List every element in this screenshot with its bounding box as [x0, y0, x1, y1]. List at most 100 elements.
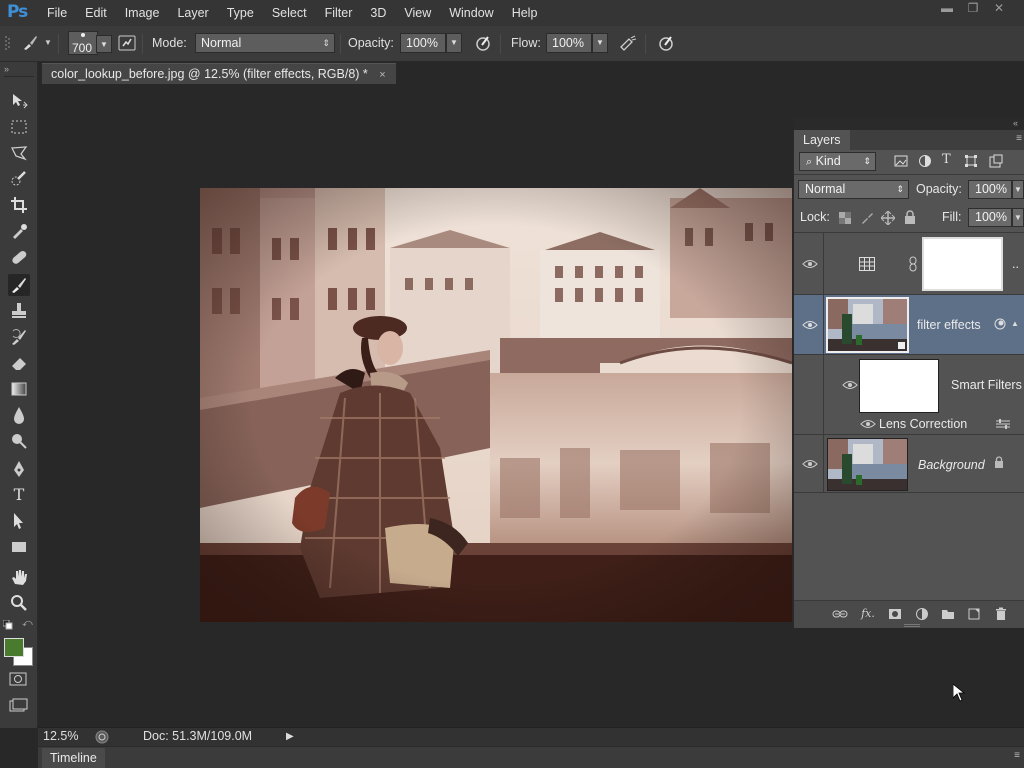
- timeline-tab[interactable]: Timeline: [42, 748, 105, 768]
- background-layer-thumbnail[interactable]: [827, 438, 908, 491]
- eraser-tool-icon[interactable]: [8, 352, 30, 374]
- foreground-color-swatch[interactable]: [4, 638, 24, 657]
- visibility-eye-icon[interactable]: [842, 379, 858, 391]
- crop-tool-icon[interactable]: [8, 194, 30, 216]
- menu-layer[interactable]: Layer: [168, 0, 217, 26]
- tool-preset-brush-icon[interactable]: [20, 33, 40, 53]
- layer-row-lens-correction[interactable]: Lens Correction: [794, 413, 1024, 435]
- smart-filter-mask-thumbnail[interactable]: [859, 359, 939, 413]
- layer-mask-link-icon[interactable]: [909, 256, 917, 272]
- healing-brush-tool-icon[interactable]: [8, 246, 30, 268]
- lock-all-icon[interactable]: [904, 210, 916, 224]
- swap-colors-icon[interactable]: ⤺: [22, 618, 33, 629]
- hand-tool-icon[interactable]: [8, 566, 30, 588]
- minimize-button[interactable]: ▬: [934, 0, 960, 16]
- filter-adjustment-icon[interactable]: [918, 154, 932, 168]
- lock-image-pixels-icon[interactable]: [860, 211, 874, 225]
- tool-preset-dropdown-icon[interactable]: ▼: [44, 38, 52, 47]
- layer-mask-thumbnail[interactable]: [922, 237, 1003, 291]
- layer-row-filter-effects[interactable]: filter effects ▲: [794, 295, 1024, 355]
- gradient-tool-icon[interactable]: [8, 378, 30, 400]
- visibility-eye-icon[interactable]: [802, 458, 818, 470]
- move-tool-icon[interactable]: [8, 90, 30, 112]
- collapse-panels-icon[interactable]: «: [1013, 118, 1018, 128]
- layer-opacity-input[interactable]: 100%: [968, 180, 1012, 199]
- lock-transparent-pixels-icon[interactable]: [839, 212, 851, 224]
- layer-name-background[interactable]: Background: [918, 458, 985, 472]
- blur-tool-icon[interactable]: [8, 404, 30, 426]
- marquee-tool-icon[interactable]: [8, 116, 30, 138]
- document-image[interactable]: [200, 188, 792, 622]
- layer-opacity-dropdown[interactable]: ▼: [1012, 180, 1024, 199]
- brush-panel-toggle-icon[interactable]: [117, 33, 137, 53]
- brush-tool-icon[interactable]: [8, 274, 30, 296]
- layer-style-fx-icon[interactable]: fx.: [860, 606, 876, 622]
- airbrush-icon[interactable]: [618, 33, 638, 53]
- zoom-level[interactable]: 12.5%: [43, 729, 78, 743]
- menu-view[interactable]: View: [395, 0, 440, 26]
- visibility-eye-icon[interactable]: [802, 258, 818, 270]
- visibility-eye-icon[interactable]: [802, 319, 818, 331]
- dodge-tool-icon[interactable]: [8, 430, 30, 452]
- eyedropper-tool-icon[interactable]: [8, 220, 30, 242]
- delete-layer-trash-icon[interactable]: [993, 606, 1009, 622]
- quick-selection-tool-icon[interactable]: [8, 168, 30, 190]
- link-layers-icon[interactable]: [832, 606, 848, 622]
- expand-effects-icon[interactable]: ▲: [1011, 319, 1019, 328]
- fill-dropdown[interactable]: ▼: [1012, 208, 1024, 227]
- new-group-folder-icon[interactable]: [940, 606, 956, 622]
- lasso-tool-icon[interactable]: [8, 142, 30, 164]
- fill-input[interactable]: 100%: [968, 208, 1012, 227]
- history-brush-tool-icon[interactable]: [8, 326, 30, 348]
- pressure-opacity-icon[interactable]: [473, 33, 493, 53]
- close-button[interactable]: ✕: [986, 0, 1012, 16]
- blend-mode-select[interactable]: Normal ⇕: [798, 180, 909, 199]
- layer-filter-kind-select[interactable]: ⌕ Kind ⇕: [799, 152, 876, 171]
- mode-select[interactable]: Normal ⇕: [195, 33, 335, 53]
- status-info-icon[interactable]: [95, 730, 109, 744]
- path-selection-tool-icon[interactable]: [8, 510, 30, 532]
- new-adjustment-layer-icon[interactable]: [914, 606, 930, 622]
- default-colors-icon[interactable]: [3, 620, 13, 630]
- menu-help[interactable]: Help: [503, 0, 547, 26]
- visibility-eye-icon[interactable]: [860, 418, 876, 430]
- layer-name-filter-effects[interactable]: filter effects: [917, 318, 981, 332]
- rectangle-shape-tool-icon[interactable]: [8, 536, 30, 558]
- opacity-dropdown[interactable]: ▼: [446, 33, 462, 53]
- menu-select[interactable]: Select: [263, 0, 316, 26]
- restore-button[interactable]: ❐: [960, 0, 986, 16]
- layers-tab[interactable]: Layers: [794, 130, 850, 150]
- add-layer-mask-icon[interactable]: [887, 606, 903, 622]
- close-tab-icon[interactable]: ×: [379, 69, 385, 81]
- filter-smart-object-icon[interactable]: [989, 154, 1003, 168]
- filter-pixel-icon[interactable]: [894, 154, 908, 168]
- menu-3d[interactable]: 3D: [361, 0, 395, 26]
- type-tool-icon[interactable]: T: [8, 484, 30, 506]
- lock-position-icon[interactable]: [881, 211, 895, 225]
- lens-correction-label[interactable]: Lens Correction: [879, 417, 967, 431]
- flow-input[interactable]: 100%: [546, 33, 592, 53]
- pen-tool-icon[interactable]: [8, 458, 30, 480]
- zoom-tool-icon[interactable]: [8, 592, 30, 614]
- brush-size-picker[interactable]: 700: [68, 31, 98, 55]
- screen-mode-icon[interactable]: [9, 698, 29, 714]
- flow-dropdown[interactable]: ▼: [592, 33, 608, 53]
- quick-mask-icon[interactable]: [9, 672, 29, 688]
- panel-resize-grip[interactable]: [904, 624, 920, 627]
- menu-type[interactable]: Type: [218, 0, 263, 26]
- filter-shape-icon[interactable]: [964, 154, 978, 168]
- opacity-input[interactable]: 100%: [400, 33, 446, 53]
- filter-blending-options-icon[interactable]: [996, 419, 1010, 429]
- menu-image[interactable]: Image: [116, 0, 169, 26]
- layer-thumbnail[interactable]: [826, 297, 909, 353]
- filter-type-icon[interactable]: T: [942, 152, 951, 167]
- menu-file[interactable]: File: [38, 0, 76, 26]
- timeline-menu-icon[interactable]: ≡: [1014, 750, 1020, 761]
- status-menu-arrow-icon[interactable]: ▶: [286, 731, 294, 742]
- document-tab[interactable]: color_lookup_before.jpg @ 12.5% (filter …: [42, 63, 396, 84]
- clone-stamp-tool-icon[interactable]: [8, 300, 30, 322]
- new-layer-icon[interactable]: [966, 606, 982, 622]
- collapse-toolbar-icon[interactable]: »: [4, 64, 9, 74]
- brush-size-dropdown[interactable]: ▼: [96, 35, 112, 53]
- layer-row-smart-filters[interactable]: Smart Filters: [794, 355, 1024, 413]
